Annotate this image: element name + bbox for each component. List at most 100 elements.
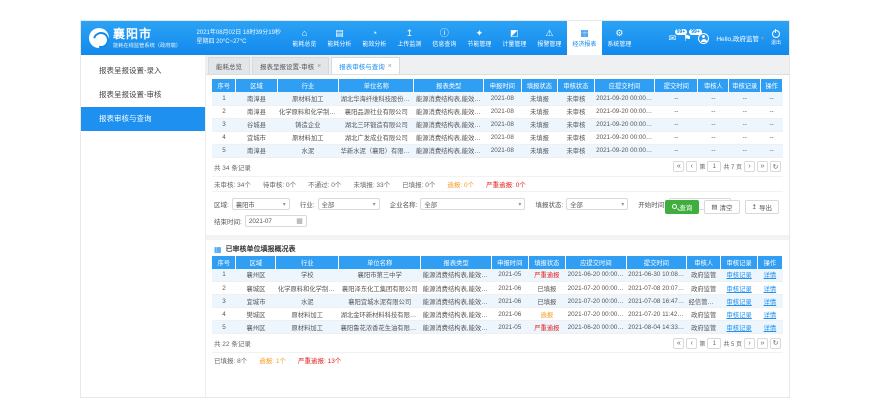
column-header: 序号 [212,79,236,92]
detail-link[interactable]: 详情 [764,312,777,319]
close-icon[interactable]: × [317,63,321,70]
first-page-button[interactable]: « [673,338,684,349]
logout-button[interactable]: 退出 [771,30,781,46]
region-select[interactable]: 襄阳市▾ [232,198,290,210]
summary-item: 逾报: 1个 [259,355,286,365]
table-cell: 原材料加工 [277,131,339,144]
next-page-button[interactable]: › [744,338,755,349]
next-page-button[interactable]: › [744,161,755,172]
audit-record-link[interactable]: 审核记录 [726,325,751,332]
calendar-icon: ▦ [296,217,303,225]
tab-2[interactable]: 报表呈报设置-审核× [252,57,329,74]
sidebar-item-1[interactable]: 报表呈报设置-录入 [81,59,205,83]
app-logo: 襄阳市 能耗在线监管系统（政府端） [81,21,191,55]
nav-item-9[interactable]: ▦经济报表 [567,21,602,55]
table-cell: 严重逾报 [528,321,566,334]
audit-record-link[interactable]: 审核记录 [726,312,751,319]
sidebar-item-3[interactable]: 报表审核与查询 [81,107,205,131]
column-header: 审核状态 [558,79,595,92]
nav-item-8[interactable]: ⚠报警管理 [532,21,567,55]
summary-item: 严重逾报: 13个 [298,355,341,365]
audit-record-link[interactable]: 审核记录 [726,299,751,306]
table-row: 1襄州区学校襄阳市第三中学能源消费结构表,能效指标情...2021-05严重逾报… [212,269,783,282]
table-cell: 2021-06-20 00:00:00 [566,269,626,282]
table-cell: 能源消费结构表,能效指标情... [421,295,492,308]
nav-item-7[interactable]: ◩计量管理 [497,21,532,55]
industry-label: 行业: [300,199,315,209]
search-button[interactable]: 查询 [665,200,699,214]
table-cell: -- [761,92,783,105]
table-icon: ▦ [214,245,222,254]
header-datetime: 2021年08月02日 18时39分19秒 星期四 20°C~27°C [191,21,287,55]
column-header: 审核人 [687,256,721,269]
user-menu[interactable]: Hello,政府监管 ▾ [716,33,764,43]
clear-button[interactable]: ▤ 清空 [704,200,739,214]
notification-icon[interactable]: ⚑99+ [683,33,691,43]
refresh-icon[interactable]: ↻ [770,338,781,349]
nav-item-4[interactable]: ↥上传监测 [392,21,427,55]
first-page-button[interactable]: « [673,161,684,172]
table-cell: 未审核 [558,131,595,144]
page-input[interactable]: 1 [707,338,721,349]
fill-status-select[interactable]: 全部▾ [566,198,628,210]
message-icon[interactable]: ✉99+ [669,33,677,43]
header-row: 序号区域行业单位名称报表类型申报时间填报状态审核状态应提交时间提交时间审核人审核… [212,79,783,92]
end-time-input[interactable]: 2021-07▦ [245,215,307,227]
pending-reports-table: 序号区域行业单位名称报表类型申报时间填报状态审核状态应提交时间提交时间审核人审核… [212,79,783,158]
export-button[interactable]: ↥ 导出 [745,200,779,214]
close-icon[interactable]: × [388,63,392,70]
column-header: 操作 [761,79,783,92]
sidebar-item-2[interactable]: 报表呈报设置-审核 [81,83,205,107]
refresh-icon[interactable]: ↻ [770,161,781,172]
table-cell: 襄阳市第三中学 [339,269,421,282]
table-cell: 2021-08 [484,144,522,157]
column-header: 提交时间 [655,79,698,92]
page-input[interactable]: 1 [707,161,721,172]
company-select[interactable]: 全部▾ [420,198,525,210]
table-cell: 2021-05 [492,269,529,282]
export-icon: ↥ [752,203,757,211]
end-time-label: 结束时间: [214,216,242,226]
table-cell: 2021-09-20 00:00:00 [594,144,654,157]
table-cell: 审核记录 [721,295,758,308]
detail-link[interactable]: 详情 [764,286,777,293]
prev-page-button[interactable]: ‹ [686,338,697,349]
table-cell: 2021-08 [484,118,522,131]
summary-item: 未审核: 34个 [214,179,251,189]
table-cell: -- [761,105,783,118]
industry-select[interactable]: 全部▾ [318,198,380,210]
tab-3[interactable]: 报表审核与查询× [331,57,400,74]
table-cell: 未填报 [521,144,558,157]
header-row: 序号区域行业单位名称报表类型申报时间填报状态应提交时间提交时间审核人审核记录操作 [212,256,783,269]
nav-item-3[interactable]: ◔能效分析 [357,21,392,55]
table1-summary: 未审核: 34个待审核: 0个不通过: 0个未填报: 33个已填报: 0个逾报:… [212,176,783,191]
audit-record-link[interactable]: 审核记录 [726,286,751,293]
start-time-label: 开始时间: [638,199,666,209]
detail-link[interactable]: 详情 [764,299,777,306]
column-header: 单位名称 [339,256,421,269]
last-page-button[interactable]: » [757,338,768,349]
table-cell: 原材料加工 [276,321,339,334]
table-cell: 能源消费结构表,能效指标... [414,144,484,157]
table-cell: 2021-08 [484,105,522,118]
detail-link[interactable]: 详情 [764,272,777,279]
table-cell: -- [698,92,729,105]
nav-item-label: 报警管理 [537,39,561,48]
table-cell: 能源消费结构表,能效指标... [414,131,484,144]
nav-item-5[interactable]: ⓘ信息查询 [427,21,462,55]
nav-item-10[interactable]: ⚙系统管理 [602,21,637,55]
tab-1[interactable]: 能耗总览 [208,57,250,74]
detail-link[interactable]: 详情 [764,325,777,332]
table-row: 4宜城市原材料加工湖北广发成业有限公司能源消费结构表,能效指标...2021-0… [212,131,783,144]
total-pages-label: 共 7 页 [723,162,742,171]
prev-page-button[interactable]: ‹ [686,161,697,172]
user-avatar-icon[interactable] [698,33,709,44]
last-page-button[interactable]: » [757,161,768,172]
nav-item-label: 信息查询 [432,39,456,48]
table-cell: 4 [212,308,236,321]
table-cell: 2021-07-08 20:07:58 [626,282,686,295]
nav-item-6[interactable]: ✦节能管理 [462,21,497,55]
audit-record-link[interactable]: 审核记录 [726,272,751,279]
nav-item-2[interactable]: ▤能耗分析 [322,21,357,55]
nav-item-1[interactable]: ⌂能耗总览 [287,21,322,55]
